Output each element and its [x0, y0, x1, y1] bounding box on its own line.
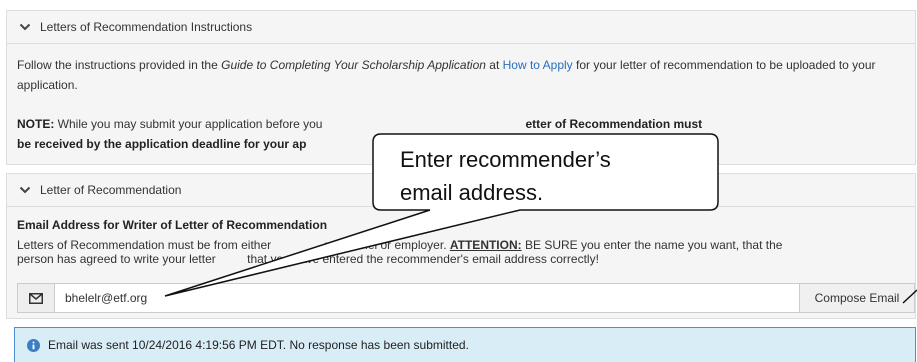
text-fragment: Follow the instructions provided in the [17, 58, 222, 72]
note-bold-text: etter of Recommendation must [525, 117, 703, 131]
callout-line: email address. [400, 180, 544, 205]
text-fragment: Letters of Recommendation must be from e… [17, 238, 272, 252]
email-input-group: Compose Email [17, 283, 915, 313]
recommender-email-input[interactable] [55, 284, 799, 312]
text-fragment: personnel or employer. [321, 238, 450, 252]
note-bold-text-line2: be received by the application deadline … [17, 137, 307, 151]
text-fragment: BE SURE you enter the name you want, tha… [521, 238, 783, 252]
guide-title: Guide to Completing Your Scholarship App… [221, 58, 486, 72]
email-status-alert: Email was sent 10/24/2016 4:19:56 PM EDT… [14, 327, 916, 362]
chevron-down-icon [19, 186, 31, 194]
email-status-text: Email was sent 10/24/2016 4:19:56 PM EDT… [48, 338, 469, 352]
email-field-label: Email Address for Writer of Letter of Re… [17, 218, 328, 232]
instructions-panel-title: Letters of Recommendation Instructions [40, 20, 253, 34]
recommendation-panel-title: Letter of Recommendation [40, 183, 182, 197]
instructions-paragraph: Follow the instructions provided in the … [17, 55, 909, 95]
text-fragment: that you have entered the recommender's … [243, 252, 599, 266]
callout-line: Enter recommender’s [400, 147, 611, 172]
text-fragment: at [485, 58, 503, 72]
envelope-icon [18, 284, 55, 312]
info-icon [27, 338, 40, 352]
callout-text: Enter recommender’s email address. [400, 143, 710, 209]
how-to-apply-link[interactable]: How to Apply [503, 58, 573, 72]
text-fragment: While you may submit your application be… [54, 117, 323, 131]
compose-email-button[interactable]: Compose Email [799, 284, 914, 312]
chevron-down-icon [19, 23, 31, 31]
recommendation-help-text: Letters of Recommendation must be from e… [17, 238, 909, 266]
attention-label: ATTENTION: [449, 238, 522, 252]
instructions-panel: Letters of Recommendation Instructions F… [6, 10, 916, 165]
text-fragment: person has agreed to write your letter [17, 252, 216, 266]
note-label: NOTE: [17, 117, 55, 131]
instructions-panel-header[interactable]: Letters of Recommendation Instructions [7, 11, 915, 44]
